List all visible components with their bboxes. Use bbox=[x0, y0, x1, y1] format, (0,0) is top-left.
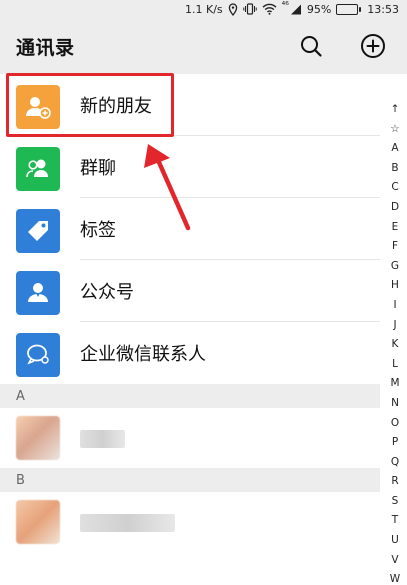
index-letter[interactable]: G bbox=[391, 257, 399, 277]
page-title: 通讯录 bbox=[16, 36, 75, 59]
alphabet-index: ↑ ☆ A B C D E F G H I J K L M N O P Q R S T U V W bbox=[387, 100, 403, 585]
new-friends-item[interactable]: 新的朋友 bbox=[0, 74, 380, 136]
official-accounts-label: 公众号 bbox=[80, 282, 134, 303]
index-letter[interactable]: U bbox=[391, 531, 399, 551]
official-accounts-item[interactable]: 公众号 bbox=[0, 260, 380, 322]
group-chats-label: 群聊 bbox=[80, 158, 116, 179]
wecom-contacts-label: 企业微信联系人 bbox=[80, 344, 206, 365]
status-bar: 1.1 K/s ⁴⁶ 95% 13:53 bbox=[0, 0, 407, 18]
search-button[interactable] bbox=[295, 30, 327, 62]
index-letter[interactable]: K bbox=[392, 335, 399, 355]
search-icon bbox=[301, 36, 322, 57]
avatar bbox=[16, 500, 60, 544]
index-letter[interactable]: L bbox=[392, 355, 398, 375]
index-letter[interactable]: ↑ bbox=[391, 100, 400, 120]
wecom-contacts-item[interactable]: 企业微信联系人 bbox=[0, 322, 380, 384]
index-letter[interactable]: F bbox=[392, 237, 398, 257]
index-letter[interactable]: D bbox=[391, 198, 399, 218]
location-icon bbox=[228, 2, 238, 16]
battery-icon bbox=[336, 2, 362, 16]
network-speed: 1.1 K/s bbox=[184, 2, 223, 16]
official-accounts-icon-box bbox=[16, 271, 60, 315]
mobile-signal-icon: ⁴⁶ bbox=[281, 1, 302, 16]
avatar bbox=[16, 416, 60, 460]
index-letter[interactable]: V bbox=[391, 551, 398, 571]
battery-percent: 95% bbox=[306, 2, 332, 16]
index-letter[interactable]: S bbox=[392, 492, 399, 512]
vibrate-icon bbox=[242, 2, 257, 16]
wifi-icon bbox=[262, 2, 277, 16]
index-letter[interactable]: ☆ bbox=[390, 120, 399, 140]
plus-circle-icon bbox=[361, 34, 385, 58]
group-chats-item[interactable]: 群聊 bbox=[0, 136, 380, 198]
index-letter[interactable]: C bbox=[391, 178, 398, 198]
tag-icon bbox=[28, 221, 48, 241]
group-chat-icon bbox=[26, 159, 48, 178]
new-friends-label: 新的朋友 bbox=[80, 96, 152, 117]
index-letter[interactable]: O bbox=[391, 414, 399, 434]
official-account-icon bbox=[28, 283, 48, 302]
wecom-contact-icon bbox=[27, 344, 49, 365]
index-letter[interactable]: P bbox=[392, 433, 398, 453]
add-button[interactable] bbox=[357, 30, 389, 62]
add-friend-icon bbox=[26, 97, 51, 119]
index-letter[interactable]: M bbox=[390, 374, 399, 394]
index-letter[interactable]: I bbox=[393, 296, 396, 316]
network-type-label: ⁴⁶ bbox=[281, 1, 289, 11]
index-letter[interactable]: Q bbox=[391, 453, 399, 473]
index-letter[interactable]: N bbox=[391, 394, 399, 414]
contact-name-blurred bbox=[80, 430, 125, 448]
index-letter[interactable]: B bbox=[391, 159, 398, 179]
index-letter[interactable]: A bbox=[391, 139, 398, 159]
contact-row[interactable] bbox=[0, 492, 380, 552]
group-chats-icon-box bbox=[16, 147, 60, 191]
contacts-screen: 1.1 K/s ⁴⁶ 95% 13:53 通讯录 新的朋友 群聊 标签 公众号 … bbox=[0, 0, 407, 585]
index-letter[interactable]: R bbox=[391, 472, 398, 492]
contacts-list: 新的朋友 群聊 标签 公众号 企业微信联系人 A B bbox=[0, 74, 380, 552]
index-letter[interactable]: W bbox=[390, 570, 400, 585]
tags-icon-box bbox=[16, 209, 60, 253]
index-letter[interactable]: T bbox=[392, 511, 398, 531]
tags-label: 标签 bbox=[80, 220, 116, 241]
tags-item[interactable]: 标签 bbox=[0, 198, 380, 260]
wecom-contacts-icon-box bbox=[16, 333, 60, 377]
index-letter[interactable]: H bbox=[391, 276, 399, 296]
new-friends-icon-box bbox=[16, 85, 60, 129]
top-bar: 通讯录 bbox=[0, 18, 407, 74]
section-header-b: B bbox=[0, 468, 380, 492]
index-letter[interactable]: J bbox=[393, 316, 396, 336]
clock: 13:53 bbox=[367, 2, 399, 16]
contact-row[interactable] bbox=[0, 408, 380, 468]
section-header-a: A bbox=[0, 384, 380, 408]
index-letter[interactable]: E bbox=[392, 218, 399, 238]
contact-name-blurred bbox=[80, 514, 175, 532]
